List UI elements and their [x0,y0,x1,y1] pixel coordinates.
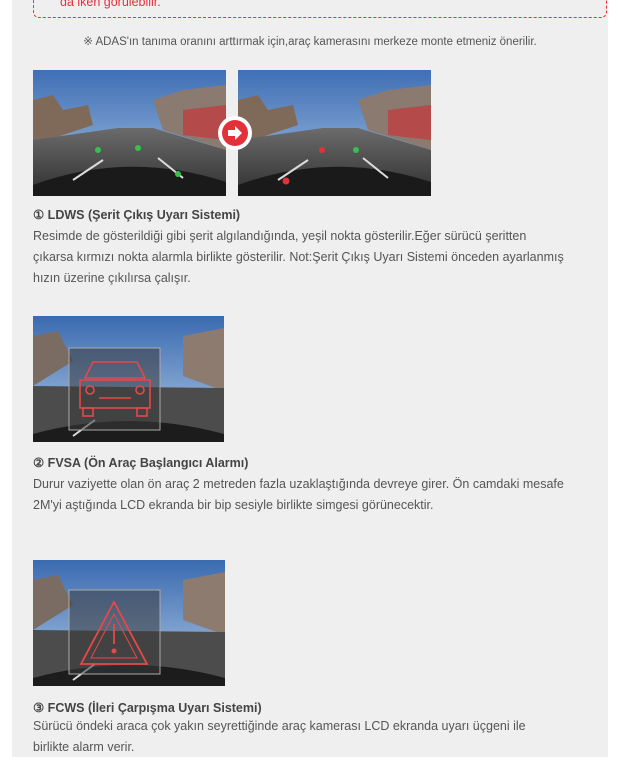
text-line: birlikte alarm verir. [33,740,135,754]
fcws-photo [33,560,225,686]
fvsa-photo [33,316,224,442]
ldws-photo-after [238,70,431,196]
arrow-right-icon [218,116,252,150]
section-text-fvsa: Durur vaziyette olan ön araç 2 metreden … [33,474,588,516]
section-text-ldws: Resimde de gösterildiği gibi şerit algıl… [33,226,588,289]
text-line: çıkarsa kırmızı nokta alarmla birlikte g… [33,250,564,264]
manual-page: da iken görülebilir. ※ ADAS'ın tanıma or… [0,0,620,770]
ldws-photo-before [33,70,226,196]
section-text-fcws: Sürücü öndeki araca çok yakın seyrettiği… [33,716,588,758]
notice-text: da iken görülebilir. [60,0,161,9]
section-title-fcws: ③ FCWS (İleri Çarpışma Uyarı Sistemi) [33,701,262,715]
text-line: hızın üzerine çıkılırsa çalışır. [33,271,191,285]
section-title-ldws: ① LDWS (Şerit Çıkış Uyarı Sistemi) [33,208,241,222]
mount-note: ※ ADAS'ın tanıma oranını arttırmak için,… [83,36,537,48]
text-line: 2M'yi aştığında LCD ekranda bir bip sesi… [33,498,434,512]
text-line: Durur vaziyette olan ön araç 2 metreden … [33,477,564,491]
section-title-fvsa: ② FVSA (Ön Araç Başlangıcı Alarmı) [33,456,249,470]
text-line: Resimde de gösterildiği gibi şerit algıl… [33,229,527,243]
text-line: Sürücü öndeki araca çok yakın seyrettiği… [33,719,526,733]
